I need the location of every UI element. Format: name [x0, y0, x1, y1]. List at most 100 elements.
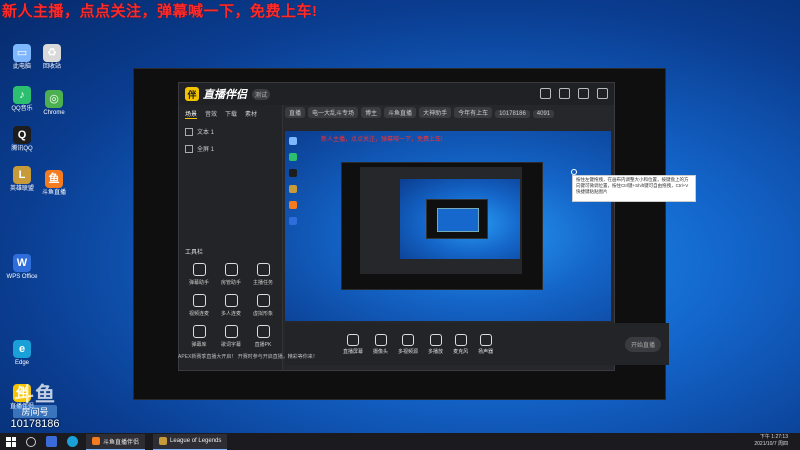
close-icon[interactable] — [597, 88, 608, 99]
preview-desktop-icon — [289, 201, 297, 209]
control-button[interactable]: 多视频源 — [398, 333, 419, 355]
desktop-icon[interactable]: 鱼斗鱼直播 — [34, 170, 74, 197]
taskbar-app[interactable]: 斗鱼直播伴侣 — [86, 433, 146, 450]
header-chips: 直播 电一大乱斗专场 博主 斗鱼直播 大神助手 今年有上车 10178186 4091 — [285, 107, 610, 118]
scene-label: 全屏 1 — [197, 147, 215, 153]
nested-capture — [341, 162, 543, 290]
control-icon — [479, 333, 492, 346]
taskbar: 斗鱼直播伴侣 League of Legends 下午 1:27:13 2021/… — [0, 433, 800, 450]
app-icon: e — [13, 340, 31, 358]
tool-label: 多人连麦 — [220, 311, 241, 317]
app-icon: ♻ — [43, 44, 61, 62]
start-button-icon[interactable] — [6, 436, 16, 447]
taskbar-app-label: League of Legends — [170, 438, 222, 444]
preview-banner-text: 新人主播，点点关注，弹幕喊一下，免费上车! — [321, 137, 443, 143]
header-chip[interactable]: 10178186 — [495, 110, 530, 118]
tool-label: 房管助手 — [220, 280, 241, 286]
start-live-button[interactable]: 开始直播 — [624, 336, 661, 352]
eye-icon[interactable] — [185, 144, 193, 153]
eye-icon[interactable] — [185, 127, 193, 136]
header-chip[interactable]: 斗鱼直播 — [384, 107, 417, 118]
control-label: 多播放 — [428, 348, 444, 355]
live-companion-window: 伴 直播伴侣 测试 场景 音效 下载 素材 文本 1 全屏 1 工具栏 弹幕助手… — [178, 82, 669, 371]
tool-label: 弹幕库 — [191, 342, 207, 348]
control-button[interactable]: 多播放 — [428, 333, 444, 355]
header-chip[interactable]: 4091 — [532, 110, 555, 118]
app-logo-icon: 伴 — [185, 87, 199, 101]
control-icon — [429, 333, 442, 346]
desktop-icon-label: 腾讯QQ — [11, 146, 33, 152]
preview-desktop-icon — [289, 137, 297, 145]
taskbar-app-label: 斗鱼直播伴侣 — [103, 439, 140, 446]
app-icon: 鱼 — [45, 170, 63, 188]
header-chip[interactable]: 博主 — [361, 107, 382, 118]
sidebar-tabs: 场景 音效 下载 素材 — [179, 105, 282, 123]
search-icon[interactable] — [26, 436, 36, 447]
stream-info-header: 直播 电一大乱斗专场 博主 斗鱼直播 大神助手 今年有上车 10178186 4091 — [285, 107, 610, 118]
edge-icon[interactable] — [67, 436, 78, 447]
stream-banner-text: 新人主播，点点关注，弹幕喊一下，免费上车! — [2, 3, 318, 20]
app-title-bar: 伴 直播伴侣 测试 — [179, 83, 614, 105]
desktop-icon[interactable]: e Edge — [2, 340, 42, 367]
tab-download[interactable]: 下载 — [225, 109, 237, 119]
tab-scenes[interactable]: 场景 — [185, 109, 198, 119]
desktop-icon-label: 回收站 — [42, 64, 61, 70]
tool-button[interactable]: 多人连麦 — [215, 294, 247, 317]
tool-label: 弹幕助手 — [188, 280, 209, 286]
tool-icon — [224, 294, 238, 307]
settings-icon[interactable] — [540, 88, 551, 99]
tool-button[interactable]: 弹幕助手 — [183, 263, 215, 286]
scene-label: 文本 1 — [197, 130, 215, 136]
app-logo-text: 直播伴侣 — [203, 89, 247, 101]
tool-icon — [224, 325, 238, 338]
system-clock[interactable]: 下午 1:27:13 2021/10/7 周四 — [754, 434, 788, 448]
watermark-tag: 房间号 — [13, 405, 57, 418]
scene-item-fullscreen[interactable]: 全屏 1 — [179, 140, 282, 157]
tool-button[interactable]: 视频连麦 — [183, 294, 215, 317]
preview-desktop-icon — [289, 153, 297, 161]
preview-desktop-icon — [289, 185, 297, 193]
app-icon: Q — [13, 126, 31, 144]
tool-button[interactable]: 房管助手 — [215, 263, 247, 286]
desktop-icon[interactable]: ♻ 回收站 — [32, 44, 72, 71]
nested-app-window — [360, 167, 522, 274]
control-label: 多视频源 — [398, 348, 419, 355]
window-controls — [540, 88, 608, 99]
version-badge: 测试 — [252, 88, 271, 100]
drag-hint-tooltip: 按住左键拖拽，在画布内调整大小和位置，按键盘上的方向键可微调位置，按住Ctrl键… — [572, 175, 696, 202]
desktop-icon[interactable]: ◎ Chrome — [34, 90, 74, 117]
taskbar-apps: 斗鱼直播伴侣 League of Legends — [78, 433, 228, 450]
header-chip[interactable]: 大神助手 — [419, 107, 452, 118]
preview-desktop-icon — [289, 169, 297, 177]
desktop-icon-label: WPS Office — [6, 274, 38, 280]
maximize-icon[interactable] — [578, 88, 589, 99]
live-preview[interactable]: 新人主播，点点关注，弹幕喊一下，免费上车! — [285, 131, 611, 321]
task-view-icon[interactable] — [46, 436, 57, 447]
header-chip[interactable]: 直播 — [285, 107, 306, 118]
clock-date: 2021/10/7 周四 — [754, 441, 788, 447]
watermark-logo: 斗鱼 — [14, 384, 56, 406]
tool-icon — [192, 263, 206, 276]
control-button[interactable]: 麦克风 — [453, 333, 468, 355]
tool-button[interactable]: 直播PK — [247, 325, 279, 348]
control-button[interactable]: 摄像头 — [373, 333, 388, 355]
desktop-icon-label: 斗鱼直播 — [41, 190, 66, 196]
desktop-icon[interactable]: W WPS Office — [2, 254, 42, 281]
header-chip[interactable]: 电一大乱斗专场 — [308, 107, 359, 118]
tool-button[interactable]: 弹幕库 — [183, 325, 215, 348]
tab-assets[interactable]: 素材 — [245, 109, 257, 119]
desktop-icon[interactable]: Q 腾讯QQ — [2, 126, 42, 153]
tool-button[interactable]: 主播任务 — [247, 263, 279, 286]
header-chip[interactable]: 今年有上车 — [454, 107, 493, 118]
tool-icon — [224, 263, 238, 276]
control-button[interactable]: 扬声器 — [478, 333, 493, 355]
scene-item-text[interactable]: 文本 1 — [179, 123, 282, 140]
tab-audio[interactable]: 音效 — [205, 109, 217, 119]
tool-icon — [256, 325, 270, 338]
tool-icon — [256, 294, 270, 307]
taskbar-app[interactable]: League of Legends — [153, 433, 228, 450]
control-button[interactable]: 直播屏幕 — [343, 333, 363, 355]
minimize-icon[interactable] — [559, 88, 570, 99]
tool-button[interactable]: 虚拟形象 — [247, 294, 279, 317]
tool-button[interactable]: 歌词字幕 — [215, 325, 247, 348]
